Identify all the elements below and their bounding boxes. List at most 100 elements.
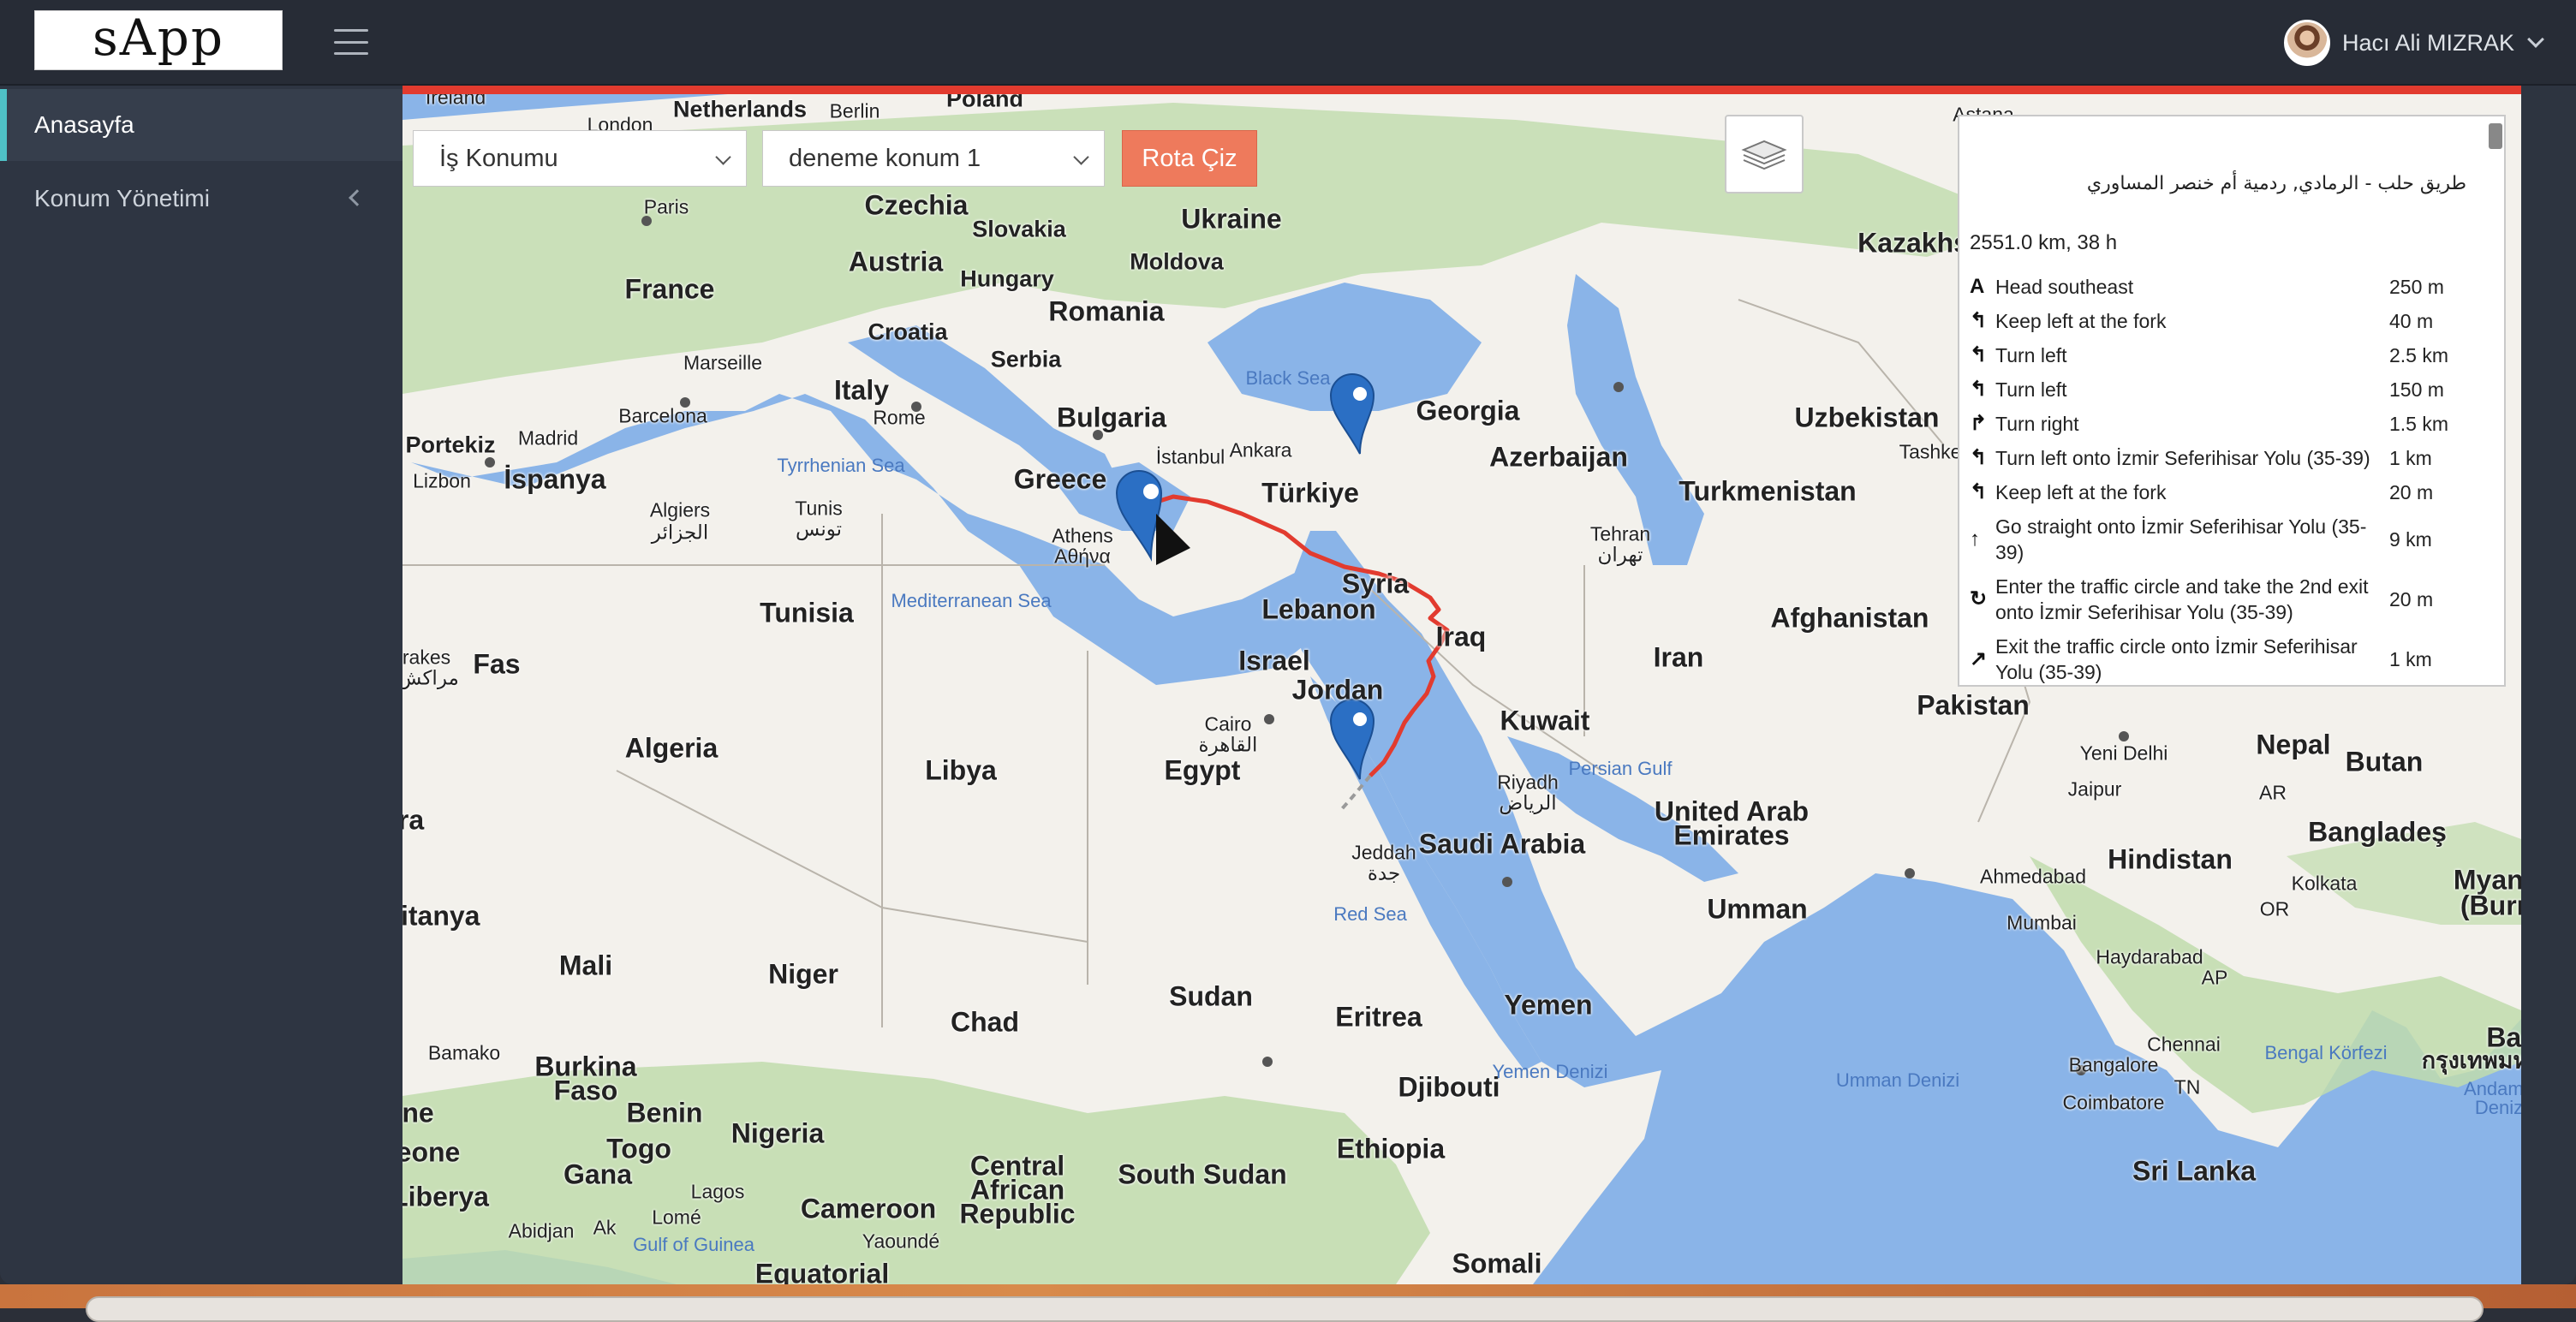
sidebar-item-anasayfa[interactable]: Anasayfa <box>0 89 402 161</box>
sidebar-item-label: Anasayfa <box>34 111 134 138</box>
map-label: Lagos <box>690 1180 745 1203</box>
map-label: Lizbon <box>413 469 471 492</box>
direction-text: Go straight onto İzmir Seferihisar Yolu … <box>1995 515 2367 563</box>
map-label: TN <box>2174 1075 2201 1099</box>
scrollbar-thumb[interactable] <box>2489 123 2502 149</box>
direction-distance: 20 m <box>2389 588 2434 610</box>
chevron-down-icon <box>715 149 731 165</box>
direction-step[interactable]: ↑ Go straight onto İzmir Seferihisar Yol… <box>1970 514 2484 565</box>
map-label: Kuwait <box>1500 705 1590 736</box>
map-label: İspanya <box>504 463 606 495</box>
dock-bar <box>86 1296 2484 1322</box>
map-label: Bulgaria <box>1056 402 1167 433</box>
map-label: Cairo <box>1204 712 1252 735</box>
map-label: Tehran <box>1589 522 1651 545</box>
map-label: Hindistan <box>2108 843 2233 875</box>
map-label: Saudi Arabia <box>1418 828 1586 860</box>
direction-text: Turn right <box>1995 413 2079 435</box>
direction-step[interactable]: ↰ Keep left at the fork 40 m <box>1970 308 2484 334</box>
map-label: Abidjan <box>508 1219 575 1242</box>
direction-step[interactable]: ↰ Turn left onto İzmir Seferihisar Yolu … <box>1970 445 2484 471</box>
map-label: Serbia <box>990 346 1062 372</box>
turn-left-icon: ↰ <box>1970 343 1988 366</box>
start-icon: A <box>1970 275 1985 298</box>
app-window: sApp Hacı Ali MIZRAK Anasayfa Konum Yöne… <box>0 0 2576 1284</box>
map-label: eone <box>402 1136 461 1168</box>
direction-step[interactable]: ↗ Exit the traffic circle onto İzmir Sef… <box>1970 634 2484 685</box>
map-label: Ahmedabad <box>1979 865 2087 888</box>
roundabout-icon: ↻ <box>1970 587 1988 610</box>
map-label: Iraq <box>1435 621 1487 652</box>
map-label: Haydarabad <box>2096 945 2203 968</box>
direction-step[interactable]: A Head southeast 250 m <box>1970 274 2484 300</box>
map-label: Austria <box>848 246 944 277</box>
direction-step[interactable]: ↻ Enter the traffic circle and take the … <box>1970 574 2484 625</box>
direction-step[interactable]: ↰ Keep left at the fork 20 m <box>1970 479 2484 505</box>
map-label: Madrid <box>517 426 579 450</box>
map-label: Chennai <box>2147 1033 2221 1056</box>
map-label: Algiers <box>649 498 711 521</box>
location-type-select[interactable]: İş Konumu <box>413 130 747 187</box>
map-label: Tashke <box>1899 440 1962 463</box>
map-label: Sudan <box>1169 980 1253 1012</box>
map-label: Tunis <box>795 497 843 520</box>
direction-distance: 250 m <box>2389 276 2444 298</box>
map-label: Gana <box>563 1158 633 1190</box>
direction-text: Keep left at the fork <box>1995 481 2167 503</box>
layers-button[interactable] <box>1725 115 1804 194</box>
map-view[interactable]: Ireland London Netherlands Berlin Poland… <box>402 86 2521 1284</box>
map-label: Republic <box>959 1198 1076 1230</box>
location-type-value: İş Konumu <box>439 144 558 172</box>
chevron-down-icon <box>2527 31 2544 48</box>
map-label: Riyadh <box>1497 771 1559 794</box>
map-label: القاهرة <box>1198 733 1258 756</box>
map-label: Algeria <box>624 732 719 764</box>
map-label: Uzbekistan <box>1794 402 1940 433</box>
map-label: Athens <box>1052 524 1113 547</box>
map-label: Coimbatore <box>2062 1091 2165 1114</box>
direction-text: Turn left onto İzmir Seferihisar Yolu (3… <box>1995 447 2370 469</box>
direction-text: Head southeast <box>1995 276 2134 298</box>
map-label: Somali <box>1452 1248 1542 1279</box>
sidebar-item-konum-yonetimi[interactable]: Konum Yönetimi <box>0 163 402 235</box>
map-label: Tyrrhenian Sea <box>777 455 905 476</box>
map-label: France <box>624 273 715 305</box>
map-label: الرياض <box>1499 791 1557 814</box>
map-label: Ethiopia <box>1336 1133 1446 1164</box>
map-label: Rome <box>873 406 926 429</box>
draw-route-button[interactable]: Rota Çiz <box>1122 130 1257 187</box>
map-label: Liberya <box>402 1181 489 1212</box>
user-menu[interactable]: Hacı Ali MIZRAK <box>2283 19 2544 67</box>
map-label: Chad <box>951 1006 1019 1038</box>
map-label: ne <box>402 1097 434 1128</box>
direction-step[interactable]: ↱ Turn right 1.5 km <box>1970 411 2484 437</box>
direction-step[interactable]: ↰ Turn left 2.5 km <box>1970 342 2484 368</box>
map-label: Jaipur <box>2067 777 2122 801</box>
map-label: Libya <box>925 754 997 786</box>
map-label: AR <box>2259 781 2287 804</box>
map-label: Equatorial <box>754 1258 890 1285</box>
menu-toggle-icon[interactable] <box>334 29 368 55</box>
map-label: Hungary <box>960 265 1054 292</box>
location-select[interactable]: deneme konum 1 <box>762 130 1105 187</box>
direction-distance: 1.5 km <box>2389 413 2449 435</box>
map-label: Afghanistan <box>1770 602 1929 634</box>
direction-distance: 20 m <box>2389 481 2434 503</box>
straight-arrow-icon: ↑ <box>1970 527 1980 551</box>
app-logo[interactable]: sApp <box>34 10 283 70</box>
map-label: Mali <box>558 950 613 981</box>
route-summary: 2551.0 km, 38 h <box>1970 231 2118 254</box>
map-label: Bamako <box>427 1041 501 1064</box>
map-label: Marseille <box>683 351 763 374</box>
user-avatar <box>2283 20 2330 66</box>
direction-text: Turn left <box>1995 378 2067 401</box>
direction-step[interactable]: ↰ Turn left 150 m <box>1970 377 2484 402</box>
direction-distance: 40 m <box>2389 310 2434 332</box>
map-label: Netherlands <box>672 96 808 122</box>
map-label: Bar <box>2486 1021 2521 1053</box>
direction-distance: 1 km <box>2389 447 2432 469</box>
map-label: Gulf of Guinea <box>633 1234 754 1255</box>
route-directions-panel[interactable]: طريق حلب - الرمادي, ردمية أم خنصر المساو… <box>1958 115 2506 687</box>
map-label: Cameroon <box>800 1193 937 1224</box>
map-label: الجزائر <box>651 521 709 544</box>
